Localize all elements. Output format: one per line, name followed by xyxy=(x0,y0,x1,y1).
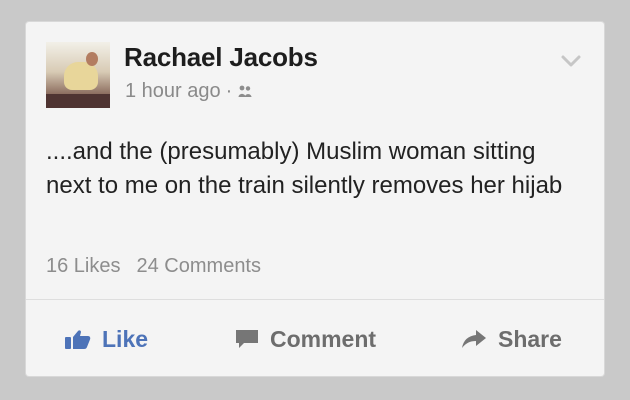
meta-separator: · xyxy=(225,80,233,102)
comment-label: Comment xyxy=(270,325,377,352)
actions-divider xyxy=(26,299,604,300)
comment-icon xyxy=(236,330,258,348)
post-actions: Like Comment Share xyxy=(26,324,604,354)
share-button[interactable]: Share xyxy=(460,324,562,354)
avatar-background xyxy=(46,94,110,108)
avatar-figure xyxy=(64,62,98,90)
thumbs-up-icon xyxy=(65,330,91,349)
friends-icon[interactable] xyxy=(237,84,253,98)
author-name[interactable]: Rachael Jacobs xyxy=(124,43,318,71)
post-stats: 16 Likes 24 Comments xyxy=(46,254,261,278)
post-card: Rachael Jacobs 1 hour ago · ....and the (… xyxy=(26,22,604,376)
avatar[interactable] xyxy=(46,42,110,108)
like-label: Like xyxy=(102,325,149,352)
post-timestamp[interactable]: 1 hour ago xyxy=(125,80,221,102)
likes-count-link[interactable]: 16 Likes xyxy=(46,255,121,277)
like-button[interactable]: Like xyxy=(64,324,148,354)
share-arrow-icon xyxy=(462,330,486,348)
comments-count-link[interactable]: 24 Comments xyxy=(137,255,262,277)
post-meta: 1 hour ago · xyxy=(125,79,253,103)
share-label: Share xyxy=(498,325,562,352)
chevron-down-icon[interactable] xyxy=(560,53,582,69)
avatar-head xyxy=(86,52,98,66)
comment-button[interactable]: Comment xyxy=(234,324,376,354)
post-text: ....and the (presumably) Muslim woman si… xyxy=(46,138,563,199)
